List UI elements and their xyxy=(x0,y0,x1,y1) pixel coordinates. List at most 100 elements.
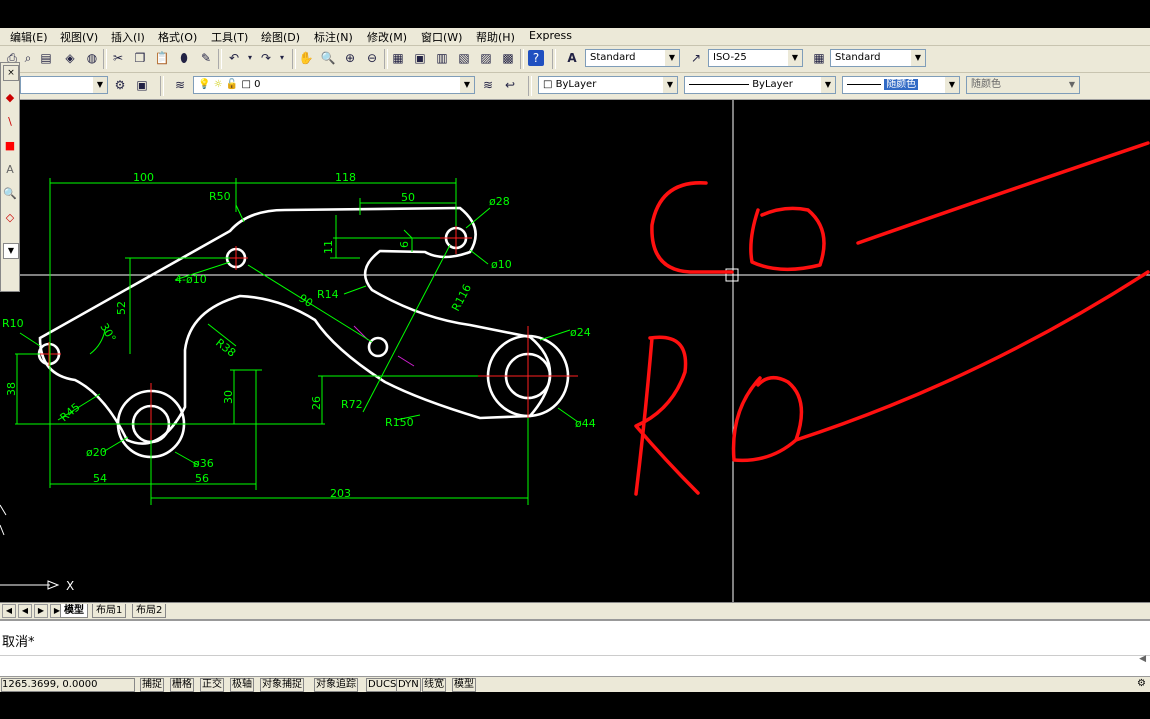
menu-tools[interactable]: 工具(T) xyxy=(211,29,248,45)
dim-dia24: ø24 xyxy=(570,326,591,339)
redo-dropdown-icon[interactable]: ▾ xyxy=(274,50,290,66)
etransmit-icon[interactable]: ◍ xyxy=(84,50,100,66)
calculator-icon[interactable]: ▩ xyxy=(500,50,516,66)
grid-button[interactable]: 栅格 xyxy=(170,678,194,692)
plot-preview-icon[interactable]: ⌕ xyxy=(20,50,36,66)
lineweight-button[interactable]: 线宽 xyxy=(422,678,446,692)
text-icon[interactable]: A xyxy=(3,163,17,177)
publish-icon[interactable]: ▤ xyxy=(38,50,54,66)
ortho-button[interactable]: 正交 xyxy=(200,678,224,692)
help-icon[interactable]: ? xyxy=(528,50,544,66)
tool-palettes-icon[interactable]: ▥ xyxy=(434,50,450,66)
redo-icon[interactable]: ↷ xyxy=(258,50,274,66)
erase-icon[interactable]: ◆ xyxy=(3,91,17,105)
workspace-select[interactable]: ▼ xyxy=(20,76,108,94)
menu-dimension[interactable]: 标注(N) xyxy=(314,29,353,45)
sheet-set-icon[interactable]: ▧ xyxy=(456,50,472,66)
otrack-button[interactable]: 对象追踪 xyxy=(314,678,358,692)
layer-color-icon: □ xyxy=(241,79,251,90)
dim-style-value: ISO-25 xyxy=(713,52,747,63)
first-tab-icon[interactable]: ◀ xyxy=(2,604,16,618)
tab-layout1[interactable]: 布局1 xyxy=(92,604,127,618)
zoom-window-icon[interactable]: ⊕ xyxy=(342,50,358,66)
part-outline xyxy=(37,206,570,459)
paste-icon[interactable]: 📋 xyxy=(154,50,170,66)
dim-dia20: ø20 xyxy=(86,446,107,459)
zoom-realtime-icon[interactable]: 🔍 xyxy=(320,50,336,66)
layer-select[interactable]: 💡 ☼ 🔓 □ 0 ▼ xyxy=(193,76,475,94)
dim-r14: R14 xyxy=(317,288,339,301)
model-button[interactable]: 模型 xyxy=(452,678,476,692)
menu-view[interactable]: 视图(V) xyxy=(60,29,98,45)
line-icon[interactable]: \ xyxy=(3,115,17,129)
polygon-icon[interactable]: ◇ xyxy=(3,211,17,225)
color-select[interactable]: □ ByLayer ▼ xyxy=(538,76,678,94)
workspace-settings-icon[interactable]: ⚙ xyxy=(112,77,128,93)
menu-modify[interactable]: 修改(M) xyxy=(367,29,407,45)
tab-layout2[interactable]: 布局2 xyxy=(132,604,167,618)
dim-style-select[interactable]: ISO-25 ▼ xyxy=(708,49,803,67)
menu-edit[interactable]: 编辑(E) xyxy=(10,29,48,45)
markup-line-bottom xyxy=(794,270,1150,442)
table-style-icon[interactable]: ▦ xyxy=(811,50,827,66)
command-line-input[interactable] xyxy=(0,655,1150,676)
draw-toolbar-floating: × ◆ \ ■ A 🔍 ◇ ▼ xyxy=(0,62,20,292)
chevron-down-icon: ▼ xyxy=(460,77,474,93)
table-style-value: Standard xyxy=(835,52,881,63)
dim-50: 50 xyxy=(401,191,415,204)
close-icon[interactable]: × xyxy=(3,65,19,81)
dyn-button[interactable]: DYN xyxy=(396,678,421,692)
menu-express[interactable]: Express xyxy=(529,29,572,42)
ducs-button[interactable]: DUCS xyxy=(366,678,399,692)
menu-draw[interactable]: 绘图(D) xyxy=(261,29,300,45)
tab-model[interactable]: 模型 xyxy=(60,604,88,618)
menu-window[interactable]: 窗口(W) xyxy=(421,29,462,45)
design-center-icon[interactable]: ▣ xyxy=(412,50,428,66)
drawing-area[interactable]: 100 118 50 ø28 ø10 R50 11 6 4-ø10 R14 90… xyxy=(0,100,1150,602)
menu-help[interactable]: 帮助(H) xyxy=(476,29,515,45)
3d-dwf-icon[interactable]: ◈ xyxy=(62,50,78,66)
dim-r72: R72 xyxy=(341,398,363,411)
command-history: 取消* xyxy=(2,635,35,650)
layer-previous-icon[interactable]: ↩ xyxy=(502,77,518,93)
prev-tab-icon[interactable]: ◀ xyxy=(18,604,32,618)
linetype-sample-icon xyxy=(689,83,749,85)
markup-letter-r xyxy=(634,335,700,496)
undo-dropdown-icon[interactable]: ▾ xyxy=(242,50,258,66)
linetype-select[interactable]: ByLayer ▼ xyxy=(684,76,836,94)
copy-icon[interactable]: ❐ xyxy=(132,50,148,66)
dim-style-icon[interactable]: ↗ xyxy=(688,50,704,66)
markup-loop-bottom xyxy=(731,375,804,463)
properties-icon[interactable]: ▦ xyxy=(390,50,406,66)
snap-button[interactable]: 捕捉 xyxy=(140,678,164,692)
cut-icon[interactable]: ✂ xyxy=(110,50,126,66)
tray-settings-icon[interactable]: ⚙ xyxy=(1137,678,1146,689)
block-editor-icon[interactable]: ✎ xyxy=(198,50,214,66)
hole-middle xyxy=(367,336,389,358)
dimension-texts: 100 118 50 ø28 ø10 R50 11 6 4-ø10 R14 90… xyxy=(2,171,596,500)
pan-icon[interactable]: ✋ xyxy=(298,50,314,66)
table-style-select[interactable]: Standard ▼ xyxy=(830,49,926,67)
layer-manager-icon[interactable]: ≋ xyxy=(172,77,188,93)
osnap-button[interactable]: 对象捕捉 xyxy=(260,678,304,692)
match-properties-icon[interactable]: ⬮ xyxy=(176,50,192,66)
make-layer-current-icon[interactable]: ≋ xyxy=(480,77,496,93)
dim-four-holes: 4-ø10 xyxy=(175,273,207,286)
dim-dia36: ø36 xyxy=(193,457,214,470)
text-style-icon[interactable]: A xyxy=(564,50,580,66)
chevron-down-icon[interactable]: ▼ xyxy=(3,243,19,259)
text-style-select[interactable]: Standard ▼ xyxy=(585,49,680,67)
next-tab-icon[interactable]: ▶ xyxy=(34,604,48,618)
zoom-previous-icon[interactable]: ⊖ xyxy=(364,50,380,66)
workspace-save-icon[interactable]: ▣ xyxy=(134,77,150,93)
markup-icon[interactable]: ▨ xyxy=(478,50,494,66)
menu-insert[interactable]: 插入(I) xyxy=(111,29,145,45)
zoom-icon[interactable]: 🔍 xyxy=(3,187,17,201)
layer-thaw-icon: ☼ xyxy=(213,79,223,90)
rectangle-icon[interactable]: ■ xyxy=(3,139,17,153)
lineweight-select[interactable]: 随颜色 ▼ xyxy=(842,76,960,94)
scroll-left-icon[interactable]: ◀ xyxy=(1139,654,1146,664)
menu-format[interactable]: 格式(O) xyxy=(158,29,197,45)
undo-icon[interactable]: ↶ xyxy=(226,50,242,66)
polar-button[interactable]: 极轴 xyxy=(230,678,254,692)
